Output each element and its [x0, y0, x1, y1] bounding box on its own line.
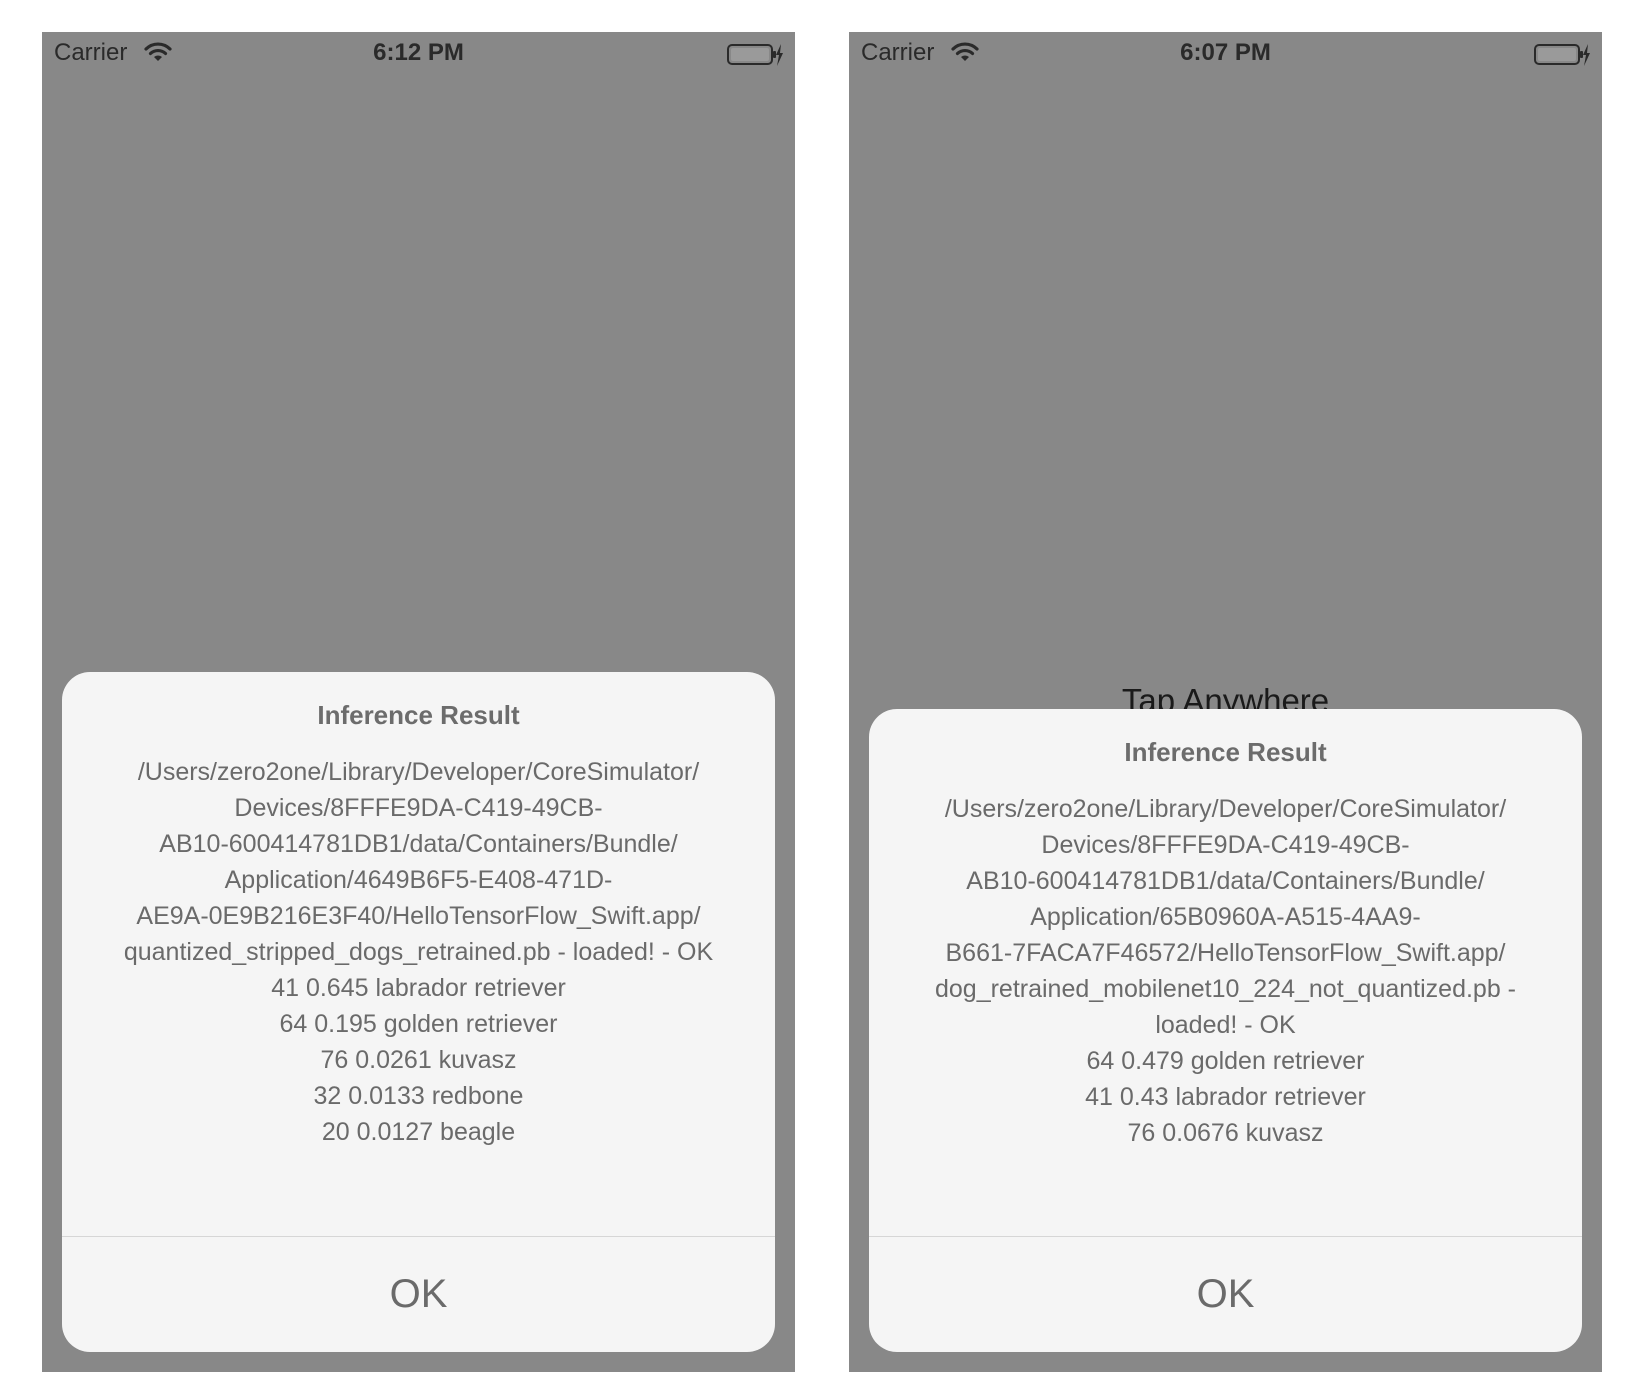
inference-result-alert: Inference Result /Users/zero2one/Library…	[869, 709, 1582, 1352]
status-time: 6:07 PM	[1180, 39, 1271, 66]
ok-button[interactable]: OK	[62, 1236, 775, 1352]
battery-charging-icon	[727, 42, 783, 68]
ok-button[interactable]: OK	[869, 1236, 1582, 1352]
inference-result-alert: Inference Result /Users/zero2one/Library…	[62, 672, 775, 1352]
alert-message: /Users/zero2one/Library/Developer/CoreSi…	[123, 758, 714, 1146]
alert-title: Inference Result	[1124, 737, 1327, 767]
status-time: 6:12 PM	[373, 39, 464, 66]
alert-title: Inference Result	[317, 700, 520, 730]
simulator-screen-right: Carrier 6:07 PM Tap Anywhere Inference R…	[849, 32, 1602, 1372]
status-bar: Carrier 6:12 PM	[42, 32, 795, 76]
battery-charging-icon	[1534, 42, 1590, 68]
status-bar: Carrier 6:07 PM	[849, 32, 1602, 76]
alert-message: /Users/zero2one/Library/Developer/CoreSi…	[934, 795, 1517, 1147]
simulator-screen-left: Carrier 6:12 PM Inference Result /Users/…	[42, 32, 795, 1372]
